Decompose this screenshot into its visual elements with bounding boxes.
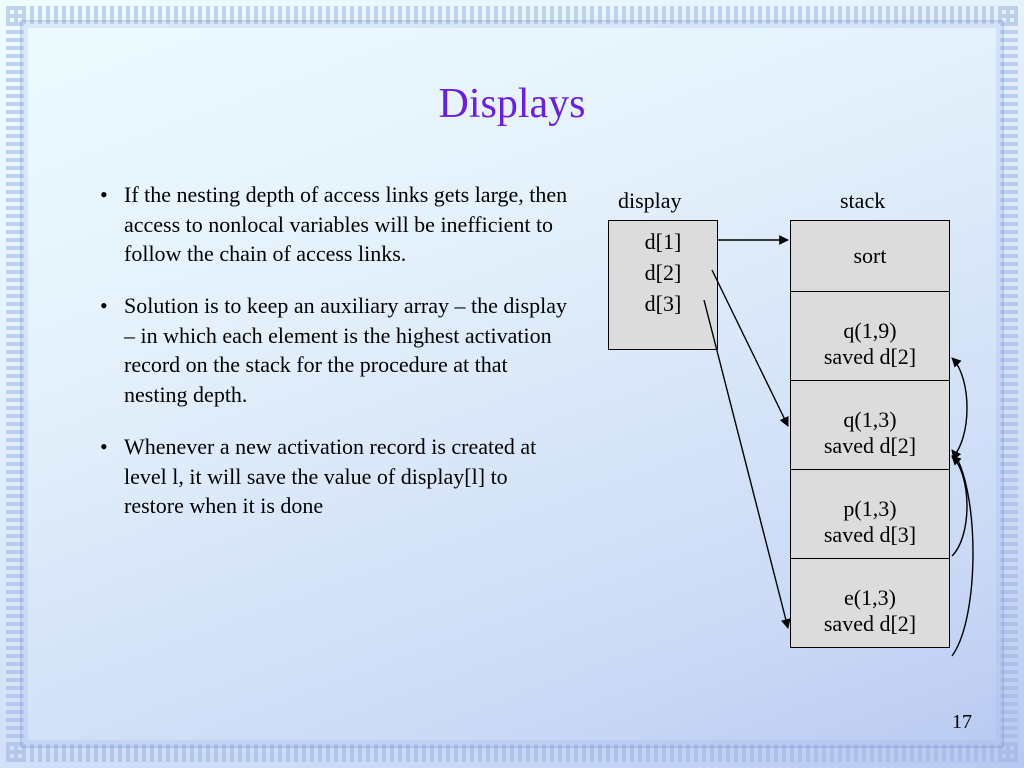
- diagram-arrows: [600, 188, 980, 698]
- slide-title: Displays: [0, 80, 1024, 128]
- body-text: If the nesting depth of access links get…: [100, 180, 570, 543]
- page-number: 17: [952, 711, 972, 734]
- bullet-item: Solution is to keep an auxiliary array –…: [100, 291, 570, 410]
- slide: Displays If the nesting depth of access …: [0, 0, 1024, 768]
- bullet-item: Whenever a new activation record is crea…: [100, 432, 570, 521]
- bullet-item: If the nesting depth of access links get…: [100, 180, 570, 269]
- diagram: display stack d[1] d[2] d[3] sort q(1,9)…: [600, 188, 980, 698]
